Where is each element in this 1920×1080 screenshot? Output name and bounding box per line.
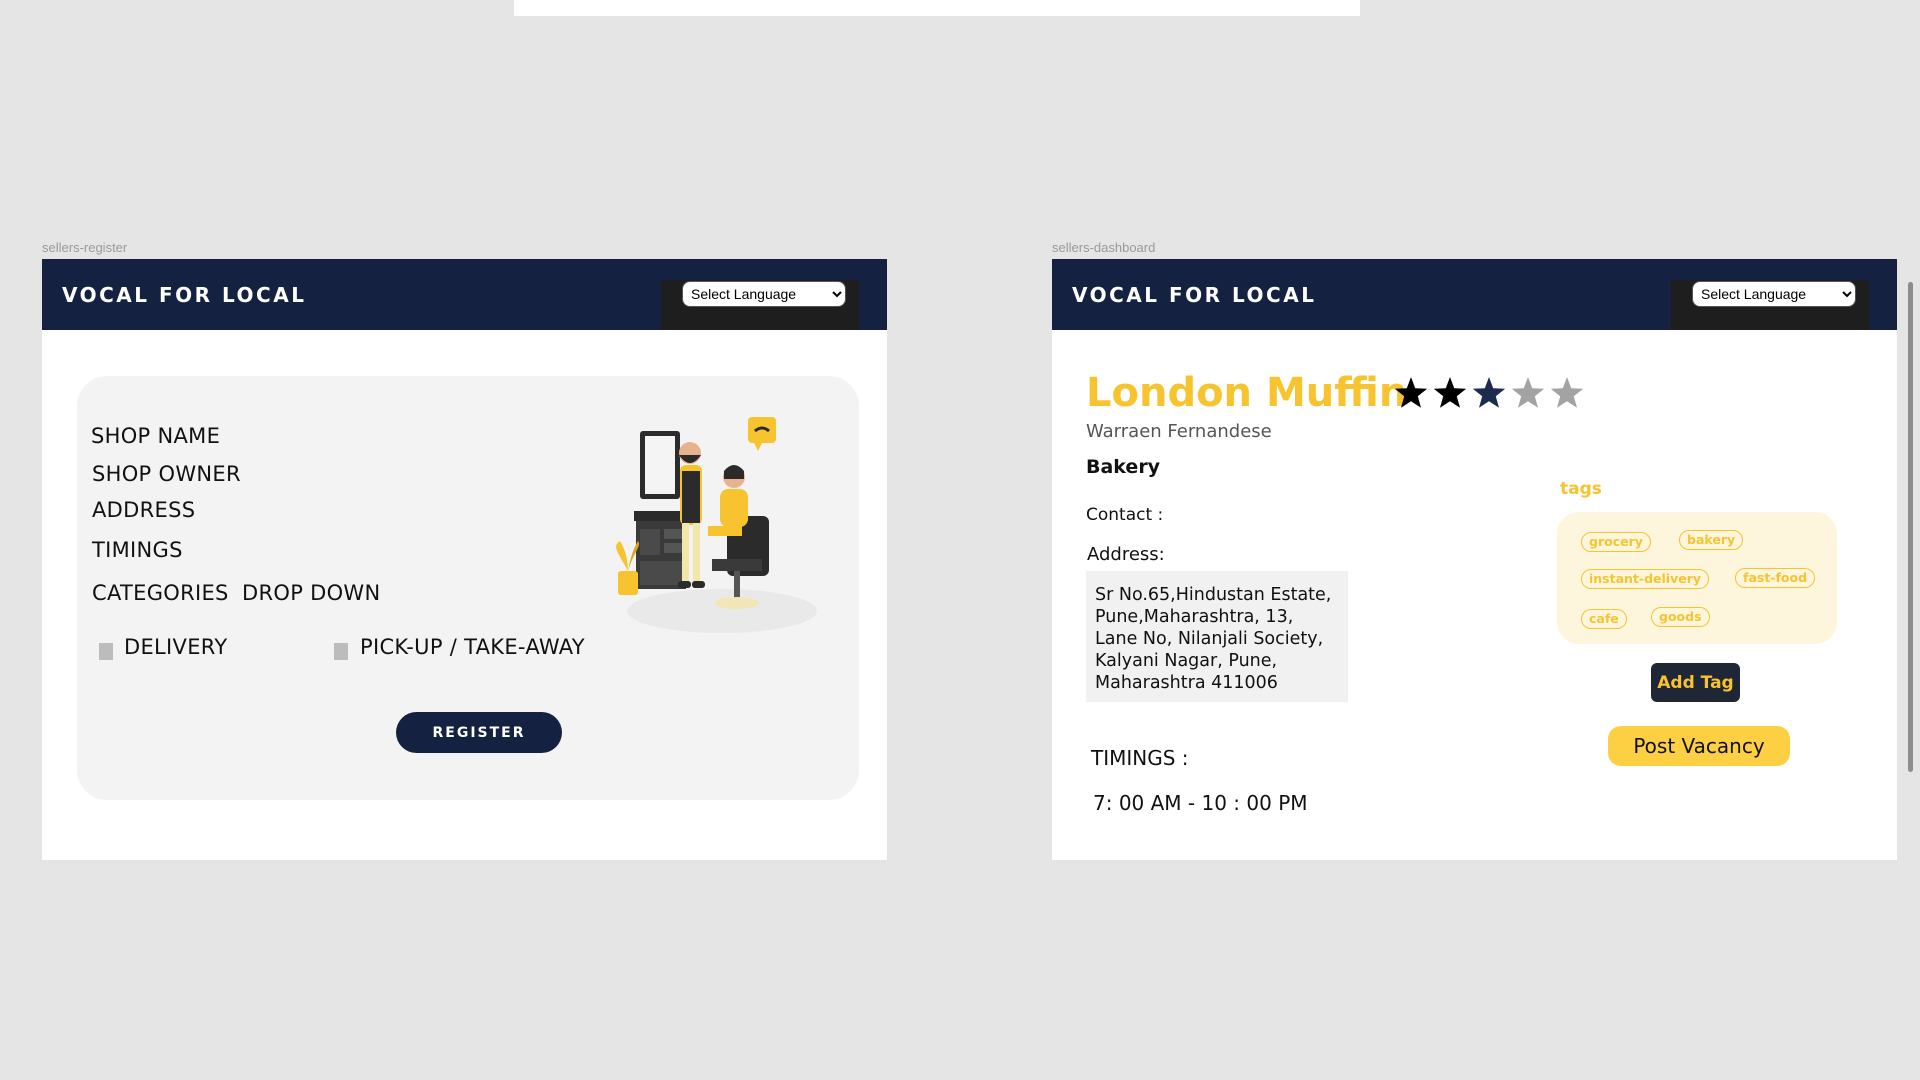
categories-label: CATEGORIES bbox=[92, 581, 229, 605]
star-icon[interactable] bbox=[1511, 377, 1545, 408]
language-select[interactable]: Select Language bbox=[1692, 281, 1856, 307]
timings-field[interactable]: TIMINGS bbox=[92, 538, 183, 562]
tag-chip[interactable]: instant-delivery bbox=[1581, 569, 1710, 589]
categories-dropdown[interactable]: DROP DOWN bbox=[242, 581, 381, 605]
star-icon[interactable] bbox=[1472, 377, 1506, 408]
star-icon[interactable] bbox=[1433, 377, 1467, 408]
shop-category: Bakery bbox=[1086, 456, 1161, 478]
page-scrollbar[interactable] bbox=[1908, 282, 1913, 772]
tag-chip[interactable]: grocery bbox=[1581, 532, 1651, 552]
address-field[interactable]: ADDRESS bbox=[92, 498, 195, 522]
owner-name: Warraen Fernandese bbox=[1086, 421, 1272, 442]
contact-label: Contact : bbox=[1086, 505, 1164, 525]
shop-name-field[interactable]: SHOP NAME bbox=[91, 424, 220, 448]
tags-label: tags bbox=[1560, 479, 1602, 499]
pickup-checkbox[interactable] bbox=[334, 643, 348, 660]
top-frame-strip bbox=[514, 0, 1360, 16]
language-select[interactable]: Select Language bbox=[682, 281, 846, 307]
star-icon[interactable] bbox=[1550, 377, 1584, 408]
register-button[interactable]: REGISTER bbox=[396, 712, 562, 753]
address-text: Sr No.65,Hindustan Estate, Pune,Maharash… bbox=[1086, 571, 1348, 702]
tag-chip[interactable]: goods bbox=[1651, 607, 1710, 627]
navbar: VOCAL FOR LOCAL Select Language bbox=[1052, 259, 1897, 330]
star-icon[interactable] bbox=[1394, 377, 1428, 408]
post-vacancy-button[interactable]: Post Vacancy bbox=[1608, 726, 1790, 766]
brand-logo-text[interactable]: VOCAL FOR LOCAL bbox=[62, 283, 306, 307]
register-form-card: SHOP NAME SHOP OWNER ADDRESS TIMINGS CAT… bbox=[77, 376, 859, 800]
tags-container: grocery bakery instant-delivery fast-foo… bbox=[1557, 512, 1837, 644]
pickup-label: PICK-UP / TAKE-AWAY bbox=[360, 635, 585, 659]
tag-chip[interactable]: bakery bbox=[1679, 530, 1744, 550]
timings-label: TIMINGS : bbox=[1091, 746, 1189, 770]
timings-value: 7: 00 AM - 10 : 00 PM bbox=[1093, 791, 1308, 815]
barber-shop-illustration bbox=[616, 417, 817, 633]
brand-logo-text[interactable]: VOCAL FOR LOCAL bbox=[1072, 283, 1316, 307]
frame-label-dashboard: sellers-dashboard bbox=[1052, 240, 1156, 255]
sellers-dashboard-frame: VOCAL FOR LOCAL Select Language London M… bbox=[1052, 259, 1897, 860]
tag-chip[interactable]: cafe bbox=[1581, 609, 1627, 629]
tag-chip[interactable]: fast-food bbox=[1735, 568, 1816, 588]
address-label: Address: bbox=[1087, 544, 1165, 565]
delivery-label: DELIVERY bbox=[124, 635, 228, 659]
add-tag-button[interactable]: Add Tag bbox=[1651, 663, 1740, 702]
frame-label-register: sellers-register bbox=[42, 240, 128, 255]
sellers-register-frame: VOCAL FOR LOCAL Select Language SHOP NAM… bbox=[42, 259, 887, 860]
shop-name-heading: London Muffin bbox=[1086, 370, 1408, 416]
shop-owner-field[interactable]: SHOP OWNER bbox=[92, 462, 241, 486]
star-rating bbox=[1394, 377, 1584, 408]
navbar: VOCAL FOR LOCAL Select Language bbox=[42, 259, 887, 330]
delivery-checkbox[interactable] bbox=[99, 643, 113, 660]
